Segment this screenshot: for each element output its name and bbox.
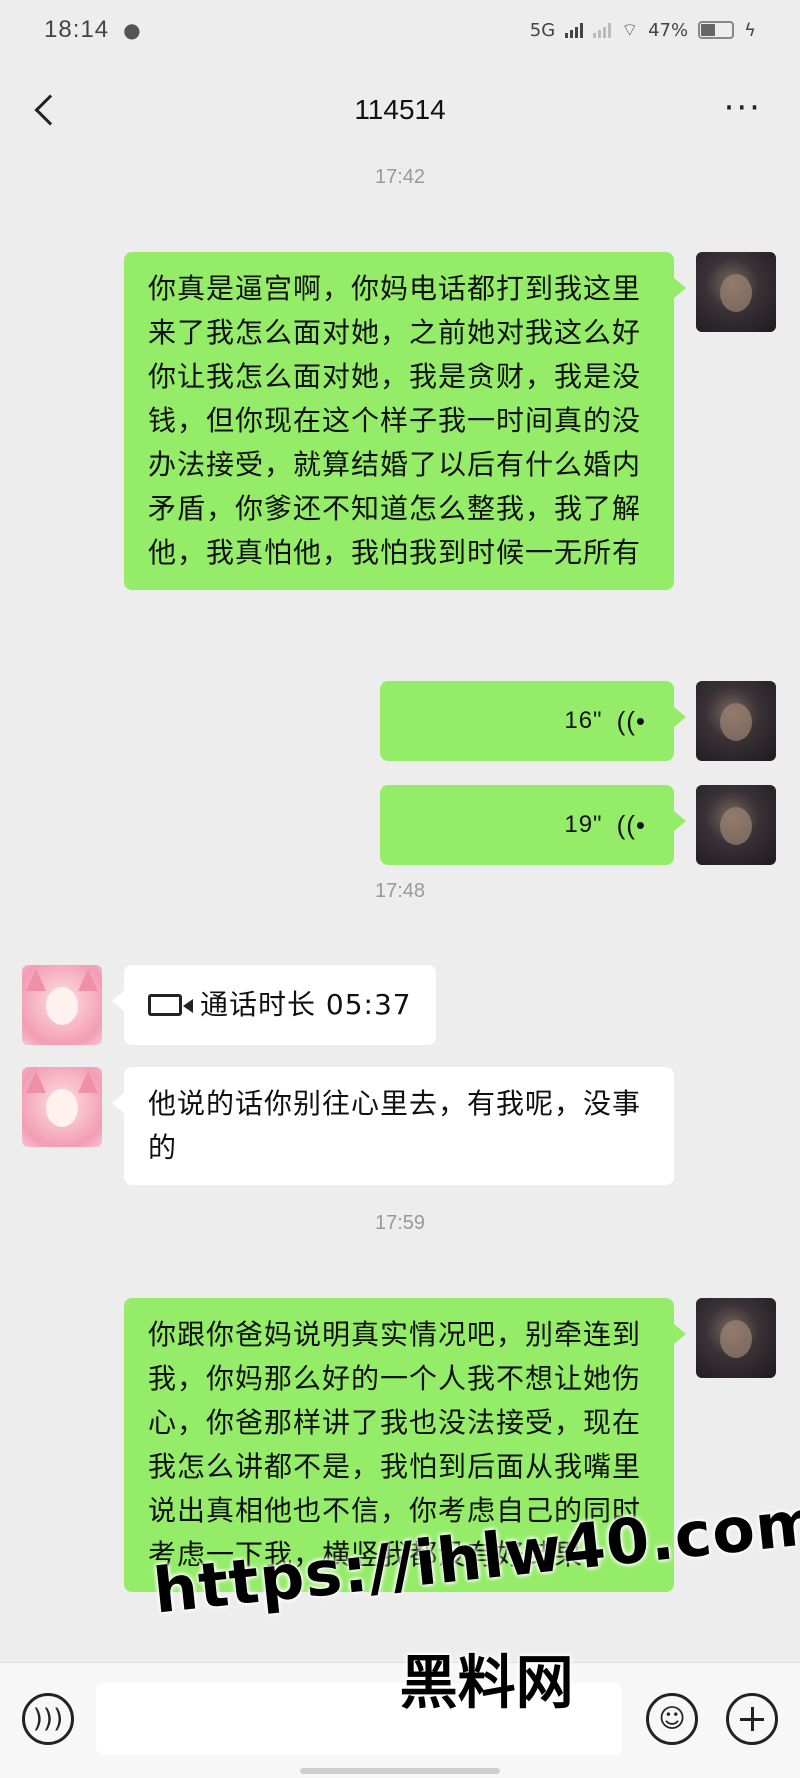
call-duration-text: 通话时长 05:37	[200, 988, 412, 1021]
battery-percent: 47%	[648, 19, 689, 41]
wechat-notification-icon: ●	[123, 18, 141, 42]
voice-wave-icon: ((•	[616, 706, 646, 736]
message-bubble-theirs[interactable]: 他说的话你别往心里去，有我呢，没事的	[112, 1067, 674, 1185]
chat-header: 114514 ···	[0, 60, 800, 160]
my-avatar[interactable]	[696, 1298, 776, 1378]
my-avatar[interactable]	[696, 785, 776, 865]
emoji-icon: ☺	[658, 1704, 686, 1734]
chat-title: 114514	[354, 94, 446, 125]
contact-avatar[interactable]	[22, 965, 102, 1045]
voice-message[interactable]: 16" ((•	[380, 681, 686, 761]
contact-avatar[interactable]	[22, 1067, 102, 1147]
plus-button[interactable]	[726, 1693, 778, 1745]
signal-icon	[565, 22, 584, 38]
voice-input-icon: )))	[32, 1704, 64, 1734]
back-button[interactable]	[26, 88, 66, 132]
video-call-record[interactable]: 通话时长 05:37	[112, 965, 436, 1045]
status-right: 5G ⌔ 47% ϟ	[530, 19, 756, 42]
battery-icon	[698, 21, 735, 39]
network-type: 5G	[529, 19, 556, 41]
charging-icon: ϟ	[744, 19, 756, 41]
my-avatar[interactable]	[696, 252, 776, 332]
video-camera-icon	[148, 994, 193, 1016]
watermark-brand: 黑料网	[399, 1648, 574, 1717]
voice-duration: 19"	[564, 811, 603, 838]
chevron-left-icon	[34, 94, 66, 126]
message-list[interactable]: 17:42 你真是逼宫啊，你妈电话都打到我这里来了我怎么面对她，之前她对我这么好…	[0, 160, 800, 1660]
wifi-icon: ⌔	[621, 19, 639, 41]
battery-fill	[701, 24, 716, 36]
emoji-button[interactable]: ☺	[646, 1693, 698, 1745]
home-indicator	[300, 1768, 500, 1774]
voice-message[interactable]: 19" ((•	[380, 785, 686, 865]
signal-sim2-icon	[593, 22, 612, 38]
timestamp: 17:42	[374, 166, 426, 188]
voice-duration: 16"	[564, 707, 603, 734]
status-time: 18:14	[44, 16, 110, 43]
status-bar: 18:14 ● 5G ⌔ 47% ϟ	[0, 0, 800, 60]
message-bubble-mine[interactable]: 你真是逼宫啊，你妈电话都打到我这里来了我怎么面对她，之前她对我这么好你让我怎么面…	[124, 252, 686, 590]
timestamp: 17:59	[374, 1212, 426, 1234]
voice-wave-icon: ((•	[616, 810, 646, 840]
my-avatar[interactable]	[696, 681, 776, 761]
voice-input-button[interactable]: )))	[22, 1693, 74, 1745]
more-options-button[interactable]: ···	[724, 90, 762, 126]
timestamp: 17:48	[374, 880, 426, 902]
